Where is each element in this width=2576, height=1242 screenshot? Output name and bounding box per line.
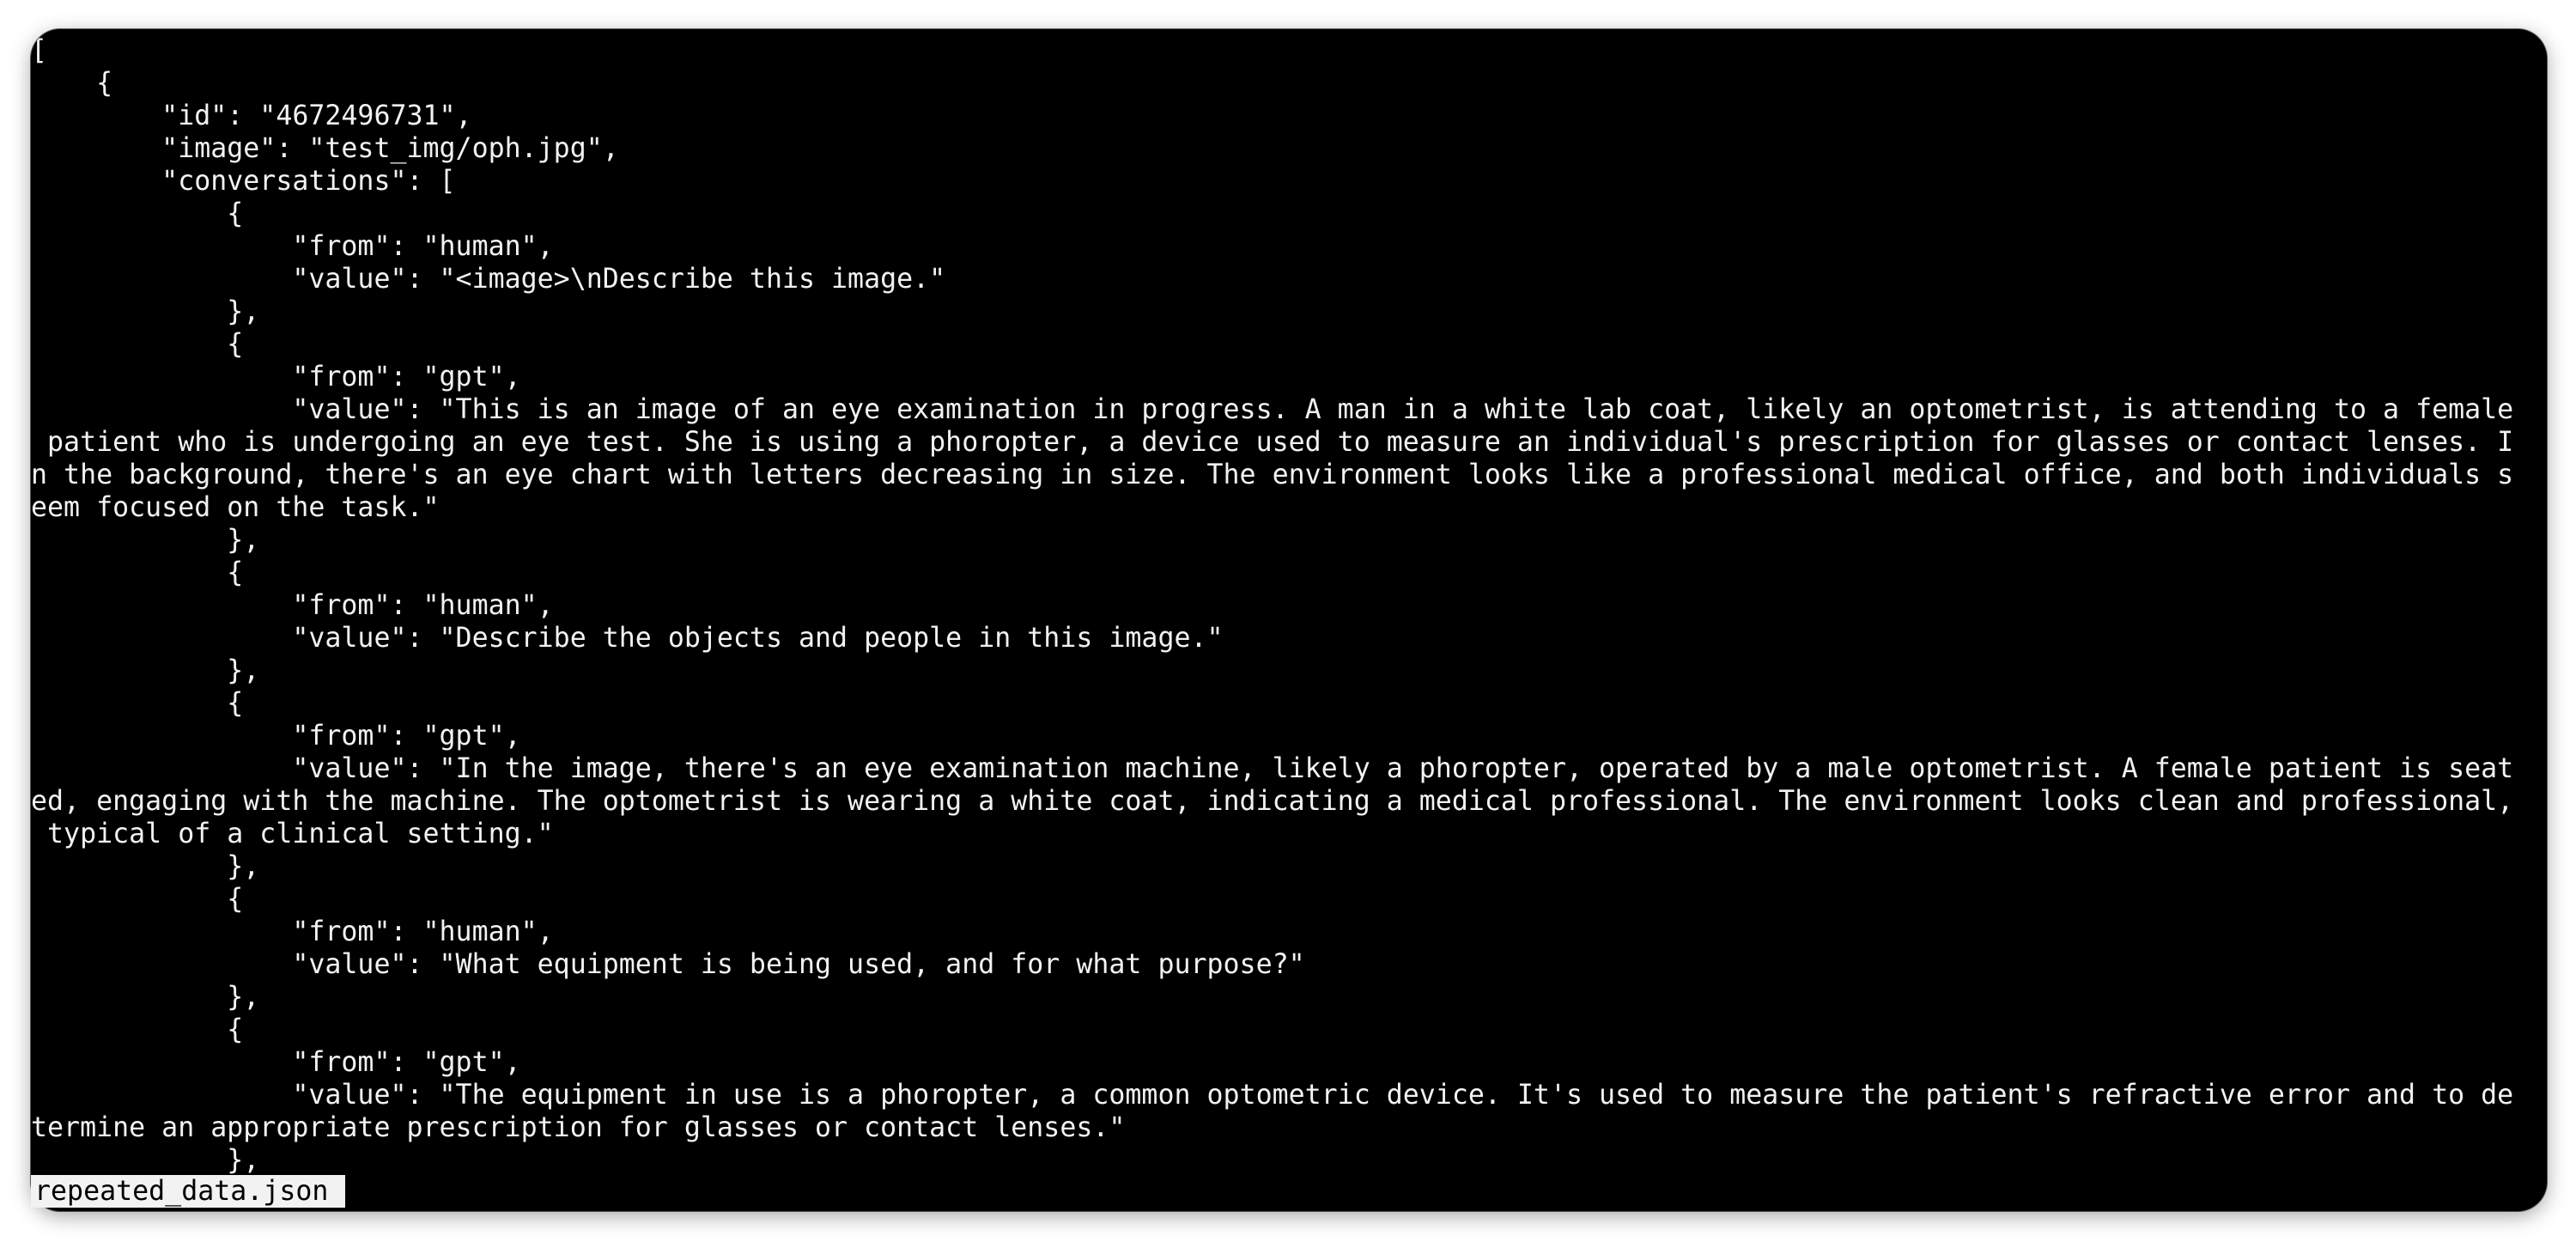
terminal-line: { xyxy=(31,198,244,229)
terminal-line: "from": "human", xyxy=(31,916,554,947)
pager-status-filename: repeated_data.json xyxy=(31,1175,346,1208)
terminal-line: }, xyxy=(31,1145,260,1176)
terminal-line: "conversations": [ xyxy=(31,166,456,197)
terminal-line: "from": "gpt", xyxy=(31,721,521,752)
terminal-line: { xyxy=(31,68,113,99)
terminal-line: "value": "Describe the objects and peopl… xyxy=(31,623,1224,654)
terminal-window[interactable]: [ { "id": "4672496731", "image": "test_i… xyxy=(31,29,2547,1211)
terminal-line: { xyxy=(31,884,244,915)
terminal-line: patient who is undergoing an eye test. S… xyxy=(31,427,2514,458)
terminal-line: typical of a clinical setting." xyxy=(31,819,554,849)
terminal-line: eem focused on the task." xyxy=(31,492,440,523)
terminal-line: "value": "In the image, there's an eye e… xyxy=(31,753,2514,784)
terminal-line: n the background, there's an eye chart w… xyxy=(31,460,2514,490)
terminal-line: ed, engaging with the machine. The optom… xyxy=(31,786,2514,817)
terminal-line: }, xyxy=(31,525,260,556)
terminal-line: termine an appropriate prescription for … xyxy=(31,1112,1126,1143)
terminal-line: [ xyxy=(31,35,48,66)
terminal-line: }, xyxy=(31,655,260,686)
terminal-line: { xyxy=(31,557,244,588)
terminal-line: "value": "<image>\nDescribe this image." xyxy=(31,264,946,295)
terminal-line: "from": "human", xyxy=(31,231,554,262)
terminal-line: "value": "The equipment in use is a phor… xyxy=(31,1080,2514,1111)
terminal-line: }, xyxy=(31,296,260,327)
terminal-line: "from": "gpt", xyxy=(31,362,521,393)
terminal-output: [ { "id": "4672496731", "image": "test_i… xyxy=(31,34,2547,1177)
terminal-line: { xyxy=(31,1014,244,1045)
terminal-line: "id": "4672496731", xyxy=(31,100,472,131)
terminal-line: { xyxy=(31,688,244,719)
terminal-line: "from": "gpt", xyxy=(31,1047,521,1078)
terminal-line: }, xyxy=(31,982,260,1013)
terminal-line: "value": "This is an image of an eye exa… xyxy=(31,394,2514,425)
terminal-line: { xyxy=(31,329,244,360)
terminal-line: "image": "test_img/oph.jpg", xyxy=(31,133,619,164)
terminal-line: "value": "What equipment is being used, … xyxy=(31,949,1305,980)
terminal-line: }, xyxy=(31,851,260,882)
terminal-line: "from": "human", xyxy=(31,590,554,621)
